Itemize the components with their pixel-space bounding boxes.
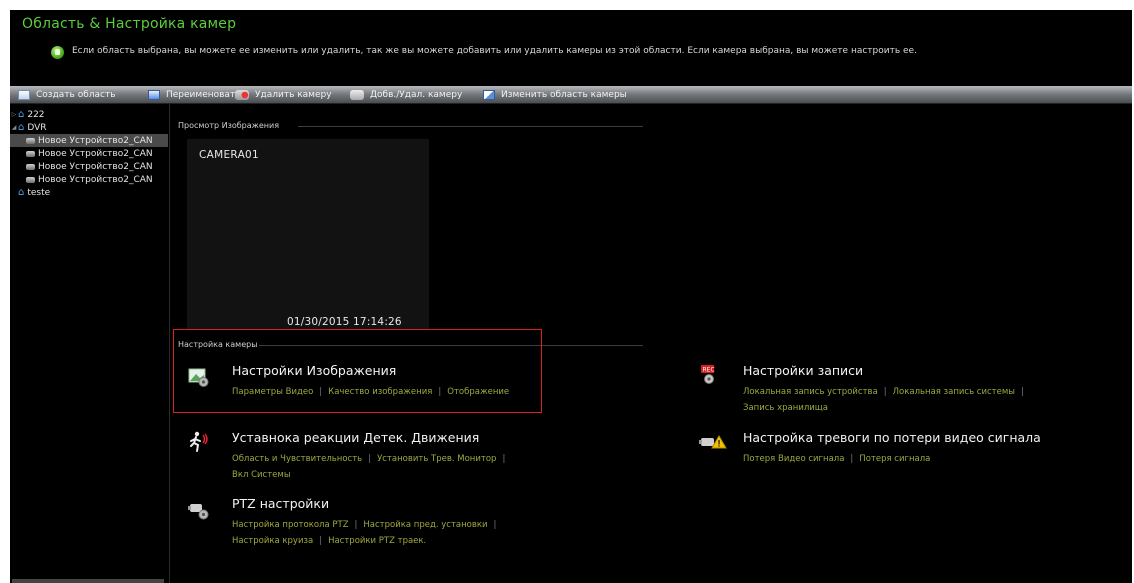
new-area-icon [18, 89, 30, 100]
separator: | [502, 454, 506, 464]
rename-label: Переименовать [166, 89, 241, 100]
tree-item-dvr[interactable]: ◢ ⌂ DVR [10, 121, 47, 134]
collapse-icon[interactable]: ◢ [10, 124, 18, 131]
tree-item-camera[interactable]: Новое Устройство2_CAN [10, 147, 153, 160]
tree-item-label: Новое Устройство2_CAN [38, 174, 153, 185]
video-loss-title[interactable]: Настройка тревоги по потери видео сигнал… [743, 430, 1041, 445]
record-settings-icon: REC [701, 365, 715, 384]
video-loss-links: Потеря Видео сигнала | Потеря сигнала [743, 451, 930, 467]
tree-item-teste[interactable]: ⌂ teste [10, 186, 50, 199]
create-area-label: Создать область [36, 89, 116, 100]
rename-button[interactable]: Переименовать [148, 86, 241, 103]
info-bulb-icon [51, 46, 64, 59]
tree-item-label: teste [27, 187, 51, 198]
tree-item-label: Новое Устройство2_CAN [38, 148, 153, 159]
add-remove-camera-label: Добв./Удал. камеру [370, 89, 463, 100]
video-params-link[interactable]: Параметры Видео [232, 387, 313, 397]
tree-item-label: Новое Устройство2_CAN [38, 135, 153, 146]
change-camera-area-label: Изменить область камеры [501, 89, 627, 100]
separator: | [319, 387, 323, 397]
area-home-icon: ⌂ [18, 122, 25, 133]
tree-item-222[interactable]: ▷ ⌂ 222 [10, 108, 45, 121]
area-home-icon: ⌂ [18, 109, 25, 120]
system-enable-link[interactable]: Вкл Системы [232, 470, 291, 480]
camera-icon [26, 176, 35, 183]
image-quality-link[interactable]: Качество изображения [328, 387, 432, 397]
motion-detection-title[interactable]: Уставнока реакции Детек. Движения [232, 430, 479, 445]
area-home-icon: ⌂ [18, 187, 25, 198]
storage-record-link[interactable]: Запись хранилища [743, 403, 828, 413]
create-area-button[interactable]: Создать область [18, 86, 116, 103]
add-camera-icon [350, 89, 364, 100]
tree-item-camera[interactable]: Новое Устройство2_CAN [10, 160, 153, 173]
area-sensitivity-link[interactable]: Область и Чувствительность [232, 454, 362, 464]
separator: | [883, 387, 887, 397]
separator: | [493, 520, 497, 530]
record-settings-title[interactable]: Настройки записи [743, 363, 863, 378]
motion-detection-links: Область и Чувствительность | Установить Тр… [232, 451, 572, 483]
camera-settings-window: Область & Настройка камер Если область в… [10, 10, 1132, 583]
separator: | [438, 387, 442, 397]
camera-icon [26, 137, 35, 144]
alarm-monitor-link[interactable]: Установить Трев. Монитор [377, 454, 496, 464]
image-settings-title[interactable]: Настройки Изображения [232, 363, 396, 378]
separator: | [368, 454, 372, 464]
camera-name-overlay: CAMERA01 [199, 149, 260, 161]
video-loss-alarm-icon [699, 435, 727, 449]
ptz-settings-title[interactable]: PTZ настройки [232, 496, 329, 511]
separator: | [354, 520, 358, 530]
ptz-protocol-link[interactable]: Настройка протокола PTZ [232, 520, 349, 530]
expand-icon[interactable]: ▷ [10, 111, 18, 118]
tree-item-camera[interactable]: Новое Устройство2_CAN [10, 173, 153, 186]
system-record-link[interactable]: Локальная запись системы [893, 387, 1015, 397]
change-camera-area-button[interactable]: Изменить область камеры [483, 86, 627, 103]
change-area-icon [483, 89, 495, 100]
tree-item-label: 222 [27, 109, 45, 120]
divider [298, 126, 643, 127]
svg-text:REC: REC [703, 367, 715, 374]
video-signal-loss-link[interactable]: Потеря Видео сигнала [743, 454, 844, 464]
camera-icon [26, 150, 35, 157]
ptz-settings-links: Настройка протокола PTZ | Настройка пред. … [232, 517, 572, 549]
separator: | [1021, 387, 1024, 397]
area-tree[interactable]: ▷ ⌂ 222 ◢ ⌂ DVR Новое Устройство2_CAN Но… [10, 104, 170, 583]
page-title: Область & Настройка камер [22, 16, 237, 32]
separator: | [850, 454, 854, 464]
device-record-link[interactable]: Локальная запись устройства [743, 387, 878, 397]
preview-section-label: Просмотр Изображения [178, 121, 280, 130]
tree-item-label: DVR [27, 122, 47, 133]
delete-camera-button[interactable]: Удалить камеру [235, 86, 332, 103]
image-settings-links: Параметры Видео | Качество изображения | Ото… [232, 384, 509, 400]
image-settings-icon [188, 368, 209, 387]
cruise-link[interactable]: Настройка круиза [232, 536, 313, 546]
rename-icon [148, 89, 160, 100]
hint-text: Если область выбрана, вы можете ее измен… [72, 46, 917, 56]
camera-preview: CAMERA01 01/30/2015 17:14:26 [187, 139, 429, 329]
motion-detection-icon [190, 431, 208, 452]
separator: | [319, 536, 323, 546]
toolbar: Создать область Переименовать Удалить ка… [10, 86, 1132, 104]
horizontal-scrollbar[interactable] [12, 579, 164, 583]
camera-icon [26, 163, 35, 170]
signal-loss-link[interactable]: Потеря сигнала [859, 454, 930, 464]
add-remove-camera-button[interactable]: Добв./Удал. камеру [350, 86, 462, 103]
ptz-camera-icon [188, 504, 209, 520]
record-settings-links: Локальная запись устройства | Локальная за… [743, 384, 1083, 416]
timestamp-overlay: 01/30/2015 17:14:26 [287, 316, 402, 328]
delete-camera-icon [235, 89, 249, 100]
ptz-track-link[interactable]: Настройки PTZ траек. [328, 536, 426, 546]
tree-item-camera[interactable]: Новое Устройство2_CAN [10, 134, 168, 147]
delete-camera-label: Удалить камеру [255, 89, 332, 100]
tree-item-label: Новое Устройство2_CAN [38, 161, 153, 172]
preset-link[interactable]: Настройка пред. установки [363, 520, 487, 530]
display-link[interactable]: Отображение [447, 387, 509, 397]
